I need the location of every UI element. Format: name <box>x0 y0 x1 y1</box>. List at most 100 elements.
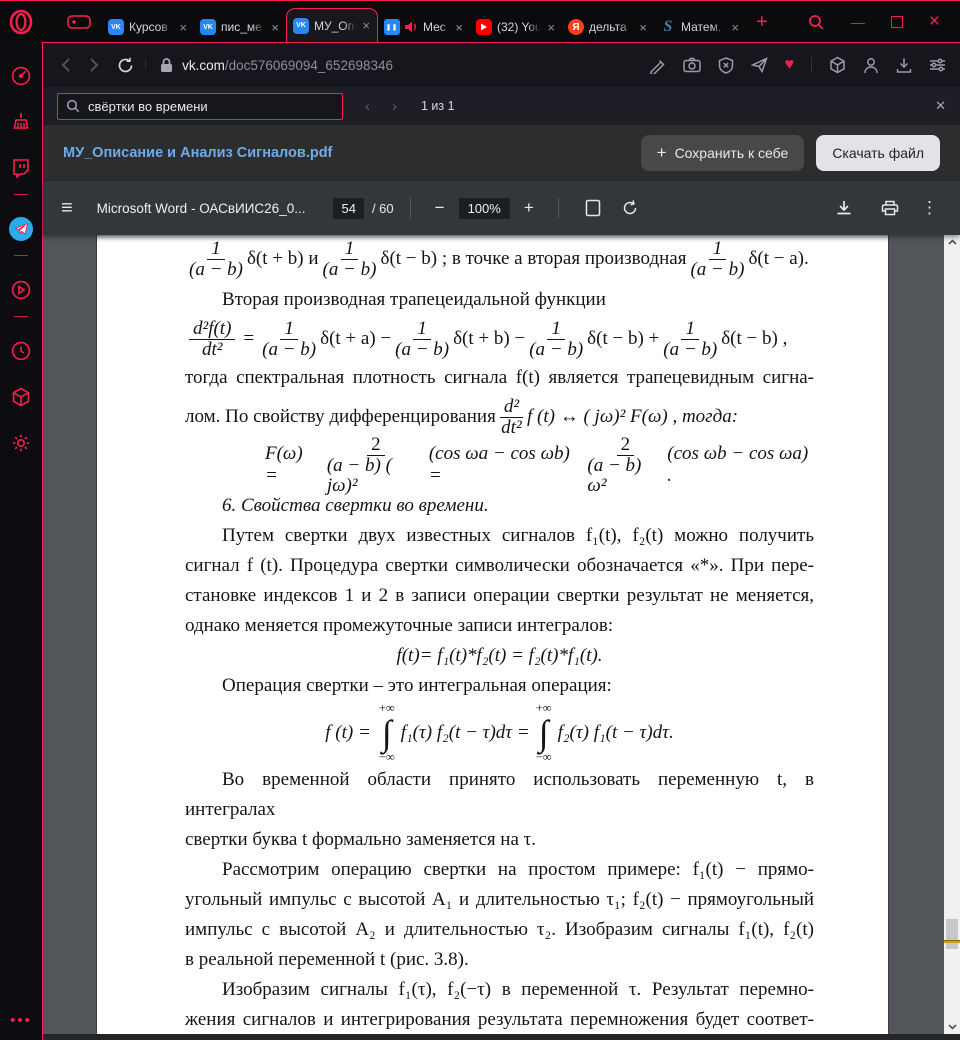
tab-youtube[interactable]: (32) You × <box>470 12 562 42</box>
twitch-icon[interactable] <box>9 156 33 180</box>
find-close-icon[interactable]: ✕ <box>935 98 946 114</box>
tab-kursov[interactable]: VK Курсов × <box>102 12 194 42</box>
maximize-button[interactable] <box>890 16 903 28</box>
scrollbar-thumb[interactable] <box>946 919 958 949</box>
find-bar: ‹ › 1 из 1 ✕ <box>43 87 960 125</box>
pdf-toolbar: ≡ Microsoft Word - ОАСвИИС26_0... 54 / 6… <box>43 181 960 235</box>
scrollbar[interactable] <box>944 235 960 1040</box>
url-field[interactable]: vk.com/doc576069094_652698346 <box>160 57 393 73</box>
sidebar-divider <box>14 194 28 195</box>
paragraph: угольный импульс с высотой A₁ и длительн… <box>185 889 814 910</box>
new-tab-button[interactable]: + <box>756 12 768 32</box>
crypto-box-icon[interactable] <box>829 56 846 74</box>
telegram-icon[interactable] <box>9 217 33 241</box>
paragraph: свертки буква t формально заменяется на … <box>185 829 537 850</box>
zoom-in-button[interactable]: + <box>516 198 542 218</box>
formula-convolution-integral: f (t) = +∞ ∫ −∞ f₁(τ) f₂(t − τ)dτ = +∞ ∫ −∞ … <box>325 701 674 764</box>
more-options-icon[interactable]: ⋮ <box>917 198 942 218</box>
tab-strip: VK Курсов × VK пис_ме × VK МУ_Опи × ❚❚ М… <box>102 2 746 42</box>
page-number-input[interactable]: 54 <box>333 197 364 219</box>
rotate-icon[interactable] <box>621 199 639 217</box>
window-bottom-edge <box>43 1034 960 1040</box>
send-plane-icon[interactable] <box>750 57 768 73</box>
yandex-icon: Я <box>568 19 584 35</box>
close-window-button[interactable]: × <box>929 11 940 33</box>
cleaner-broom-icon[interactable] <box>9 110 33 134</box>
vk-doc-header: МУ_Описание и Анализ Сигналов.pdf + Сохр… <box>43 125 960 181</box>
tab-yandex[interactable]: Я дельта × <box>562 12 654 42</box>
print-icon[interactable] <box>881 199 899 217</box>
tab-close-icon[interactable]: × <box>178 20 188 35</box>
shield-block-icon[interactable] <box>718 56 734 74</box>
tab-close-icon[interactable]: × <box>361 18 371 33</box>
url-host: vk.com <box>182 57 225 73</box>
sliders-settings-icon[interactable] <box>929 57 946 73</box>
pdf-download-icon[interactable] <box>835 199 853 217</box>
media-pause-icon[interactable]: ❚❚ <box>384 19 400 35</box>
tab-close-icon[interactable]: × <box>638 20 648 35</box>
paragraph: жения сигналов и интегрирования результа… <box>185 1009 814 1030</box>
favorites-heart-icon[interactable]: ♥ <box>785 56 795 74</box>
pdf-menu-icon[interactable]: ≡ <box>61 197 73 220</box>
download-button-label: Скачать файл <box>832 145 924 161</box>
tab-media[interactable]: ❚❚ Мес × <box>378 12 470 42</box>
scroll-down-icon[interactable] <box>944 1020 960 1034</box>
history-clock-icon[interactable] <box>9 339 33 363</box>
downloads-tray-icon[interactable] <box>896 57 912 74</box>
settings-gear-icon[interactable] <box>9 431 33 455</box>
window-controls: — × <box>808 11 960 33</box>
paragraph: Рассмотрим операцию свертки на простом п… <box>222 859 814 880</box>
sidebar-divider <box>14 316 28 317</box>
zoom-out-button[interactable]: − <box>427 198 453 218</box>
sidebar-divider <box>14 255 28 256</box>
play-circle-icon[interactable] <box>9 278 33 302</box>
browser-content: ⁞ vk.com/doc576069094_652698346 ♥ свёртк… <box>42 42 960 1040</box>
tab-matem[interactable]: S Матем. × <box>654 12 746 42</box>
speedometer-icon[interactable] <box>9 64 33 88</box>
tab-label: пис_ме <box>221 20 262 34</box>
url-path: /doc576069094_652698346 <box>224 57 393 73</box>
scroll-up-icon[interactable] <box>944 235 960 249</box>
minimize-button[interactable]: — <box>851 14 865 30</box>
tab-close-icon[interactable]: × <box>730 20 740 35</box>
tab-search-icon[interactable] <box>808 14 825 31</box>
tab-pisme[interactable]: VK пис_ме × <box>194 12 286 42</box>
lock-icon[interactable] <box>160 57 173 73</box>
formula-commutativity: f(t)= f₁(t)*f₂(t) = f₂(t)*f₁(t). <box>396 645 603 666</box>
find-input-box[interactable] <box>57 92 343 120</box>
zoom-level: 100% <box>458 197 510 219</box>
find-prev-icon[interactable]: ‹ <box>365 98 370 115</box>
save-to-self-button[interactable]: + Сохранить к себе <box>640 135 805 171</box>
extensions-cube-icon[interactable] <box>9 385 33 409</box>
paragraph: Во временной области принято использоват… <box>185 769 814 820</box>
tab-bar: VK Курсов × VK пис_ме × VK МУ_Опи × ❚❚ М… <box>0 2 960 42</box>
sidebar-more-icon[interactable]: ••• <box>10 1012 32 1029</box>
save-button-label: Сохранить к себе <box>674 145 789 161</box>
download-file-button[interactable]: Скачать файл <box>816 135 940 171</box>
profile-person-icon[interactable] <box>863 57 879 74</box>
tab-close-icon[interactable]: × <box>454 20 464 35</box>
pdf-page: 1 (a − b) δ(t + b) и 1 (a − b) δ(t − b) ; … <box>96 235 889 1040</box>
forward-icon[interactable] <box>89 57 99 73</box>
snapshot-camera-icon[interactable] <box>682 57 701 73</box>
browser-window: VK Курсов × VK пис_ме × VK МУ_Опи × ❚❚ М… <box>0 0 960 1040</box>
find-next-icon[interactable]: › <box>392 98 397 115</box>
gx-speeddial-button[interactable] <box>62 9 96 35</box>
divider-dots: ⁞ <box>144 59 149 71</box>
reload-icon[interactable] <box>117 57 134 74</box>
edit-badge-icon[interactable] <box>649 57 666 74</box>
back-icon[interactable] <box>61 57 71 73</box>
find-match-marker <box>944 940 960 943</box>
tab-label: МУ_Опи <box>314 18 357 33</box>
fit-page-icon[interactable] <box>585 199 601 217</box>
find-input[interactable] <box>88 98 334 114</box>
doc-filename-link[interactable]: МУ_Описание и Анализ Сигналов.pdf <box>63 145 332 161</box>
paragraph: импульс с высотой A₂ и длительностью τ₂.… <box>185 919 814 940</box>
address-bar: ⁞ vk.com/doc576069094_652698346 ♥ <box>43 43 960 87</box>
paragraph: однако меняется промежуточные записи инт… <box>185 615 614 636</box>
tab-close-icon[interactable]: × <box>270 20 280 35</box>
find-match-count: 1 из 1 <box>421 99 455 113</box>
tab-mu-opisanie-active[interactable]: VK МУ_Опи × <box>286 8 378 42</box>
tab-close-icon[interactable]: × <box>546 20 556 35</box>
opera-menu-button[interactable] <box>8 9 34 35</box>
